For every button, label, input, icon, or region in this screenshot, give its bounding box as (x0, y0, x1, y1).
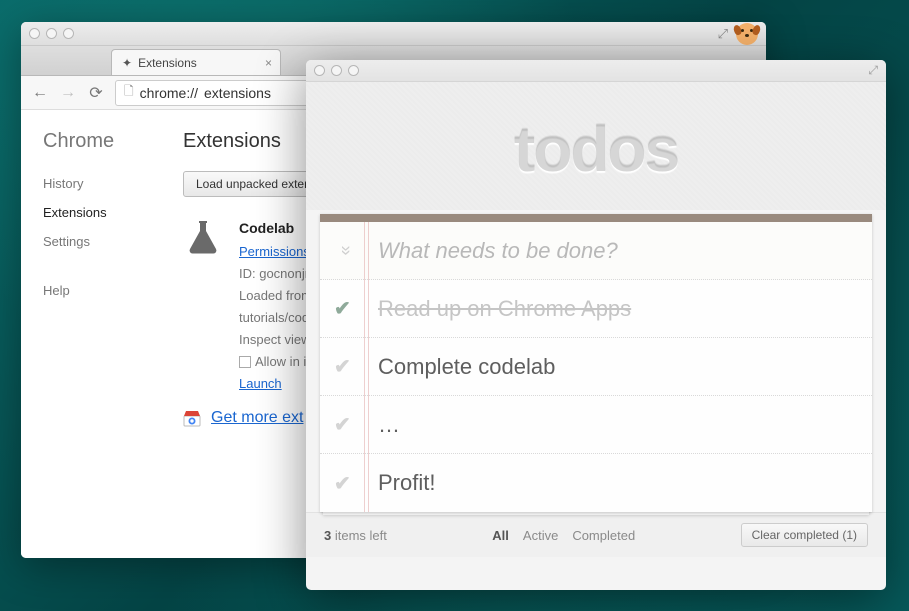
get-more-extensions-link[interactable]: Get more ext (211, 409, 303, 427)
permissions-link[interactable]: Permissions (239, 244, 310, 259)
todos-header: todos (306, 82, 886, 210)
count-text: items left (331, 528, 387, 543)
close-dot[interactable] (29, 28, 40, 39)
launch-link[interactable]: Launch (239, 376, 282, 391)
todo-item: ✔ … (320, 396, 872, 454)
todo-label[interactable]: Profit! (358, 470, 854, 496)
filter-all[interactable]: All (492, 528, 509, 543)
todos-app-window: ⤢ todos » What needs to be done? ✔ Read … (306, 60, 886, 590)
forward-button[interactable]: → (59, 84, 77, 102)
traffic-lights (29, 28, 74, 39)
settings-sidebar: Chrome History Extensions Settings Help (21, 110, 161, 558)
todo-label[interactable]: Complete codelab (358, 354, 854, 380)
expand-icon[interactable]: ⤢ (718, 26, 728, 42)
items-left-count: 3 items left (324, 528, 387, 543)
todo-item: ✔ Profit! (320, 454, 872, 512)
todos-expand-icon[interactable]: ⤢ (868, 63, 878, 78)
todos-traffic-lights (314, 65, 359, 76)
check-icon[interactable]: ✔ (334, 296, 358, 321)
toggle-all-icon[interactable]: » (336, 239, 357, 263)
url-scheme: chrome:// (140, 85, 198, 101)
sidebar-item-settings[interactable]: Settings (43, 227, 161, 256)
check-icon[interactable]: ✔ (334, 354, 358, 379)
minimize-dot[interactable] (46, 28, 57, 39)
todos-close-dot[interactable] (314, 65, 325, 76)
new-todo-input[interactable]: What needs to be done? (358, 238, 854, 264)
todos-minimize-dot[interactable] (331, 65, 342, 76)
sidebar-item-help[interactable]: Help (43, 276, 161, 305)
extension-flask-icon (183, 217, 223, 257)
check-icon[interactable]: ✔ (334, 471, 358, 496)
todo-item: ✔ Read up on Chrome Apps (320, 280, 872, 338)
clear-completed-button[interactable]: Clear completed (1) (741, 523, 868, 547)
window-titlebar: ⤢ (21, 22, 766, 46)
tab-title: Extensions (138, 56, 197, 70)
todos-title: todos (306, 112, 886, 186)
check-icon[interactable]: ✔ (334, 412, 358, 437)
tab-extensions[interactable]: ✦ Extensions × (111, 49, 281, 75)
allow-label: Allow in in (255, 354, 314, 369)
url-path: extensions (204, 85, 271, 101)
todo-item: ✔ Complete codelab (320, 338, 872, 396)
todos-titlebar: ⤢ (306, 60, 886, 82)
load-unpacked-button[interactable]: Load unpacked exten (183, 171, 324, 197)
sidebar-item-history[interactable]: History (43, 169, 161, 198)
puzzle-icon: ✦ (122, 56, 132, 70)
reload-button[interactable]: ⟳ (87, 83, 105, 103)
chrome-webstore-icon (183, 409, 201, 427)
zoom-dot[interactable] (63, 28, 74, 39)
page-icon: 🗋 (124, 82, 134, 103)
tab-close-icon[interactable]: × (265, 56, 272, 70)
new-todo-row: » What needs to be done? (320, 222, 872, 280)
todo-label[interactable]: Read up on Chrome Apps (358, 296, 854, 322)
todos-zoom-dot[interactable] (348, 65, 359, 76)
allow-incognito-checkbox[interactable] (239, 356, 251, 368)
sidebar-item-extensions[interactable]: Extensions (43, 198, 161, 227)
brand-label: Chrome (43, 130, 161, 153)
back-button[interactable]: ← (31, 84, 49, 102)
filter-active[interactable]: Active (523, 528, 558, 543)
todo-label[interactable]: … (358, 412, 854, 438)
todos-footer: 3 items left All Active Completed Clear … (306, 512, 886, 557)
filter-completed[interactable]: Completed (572, 528, 635, 543)
profile-avatar-icon[interactable] (736, 23, 758, 45)
filter-group: All Active Completed (492, 528, 635, 543)
todos-paper: » What needs to be done? ✔ Read up on Ch… (320, 214, 872, 512)
